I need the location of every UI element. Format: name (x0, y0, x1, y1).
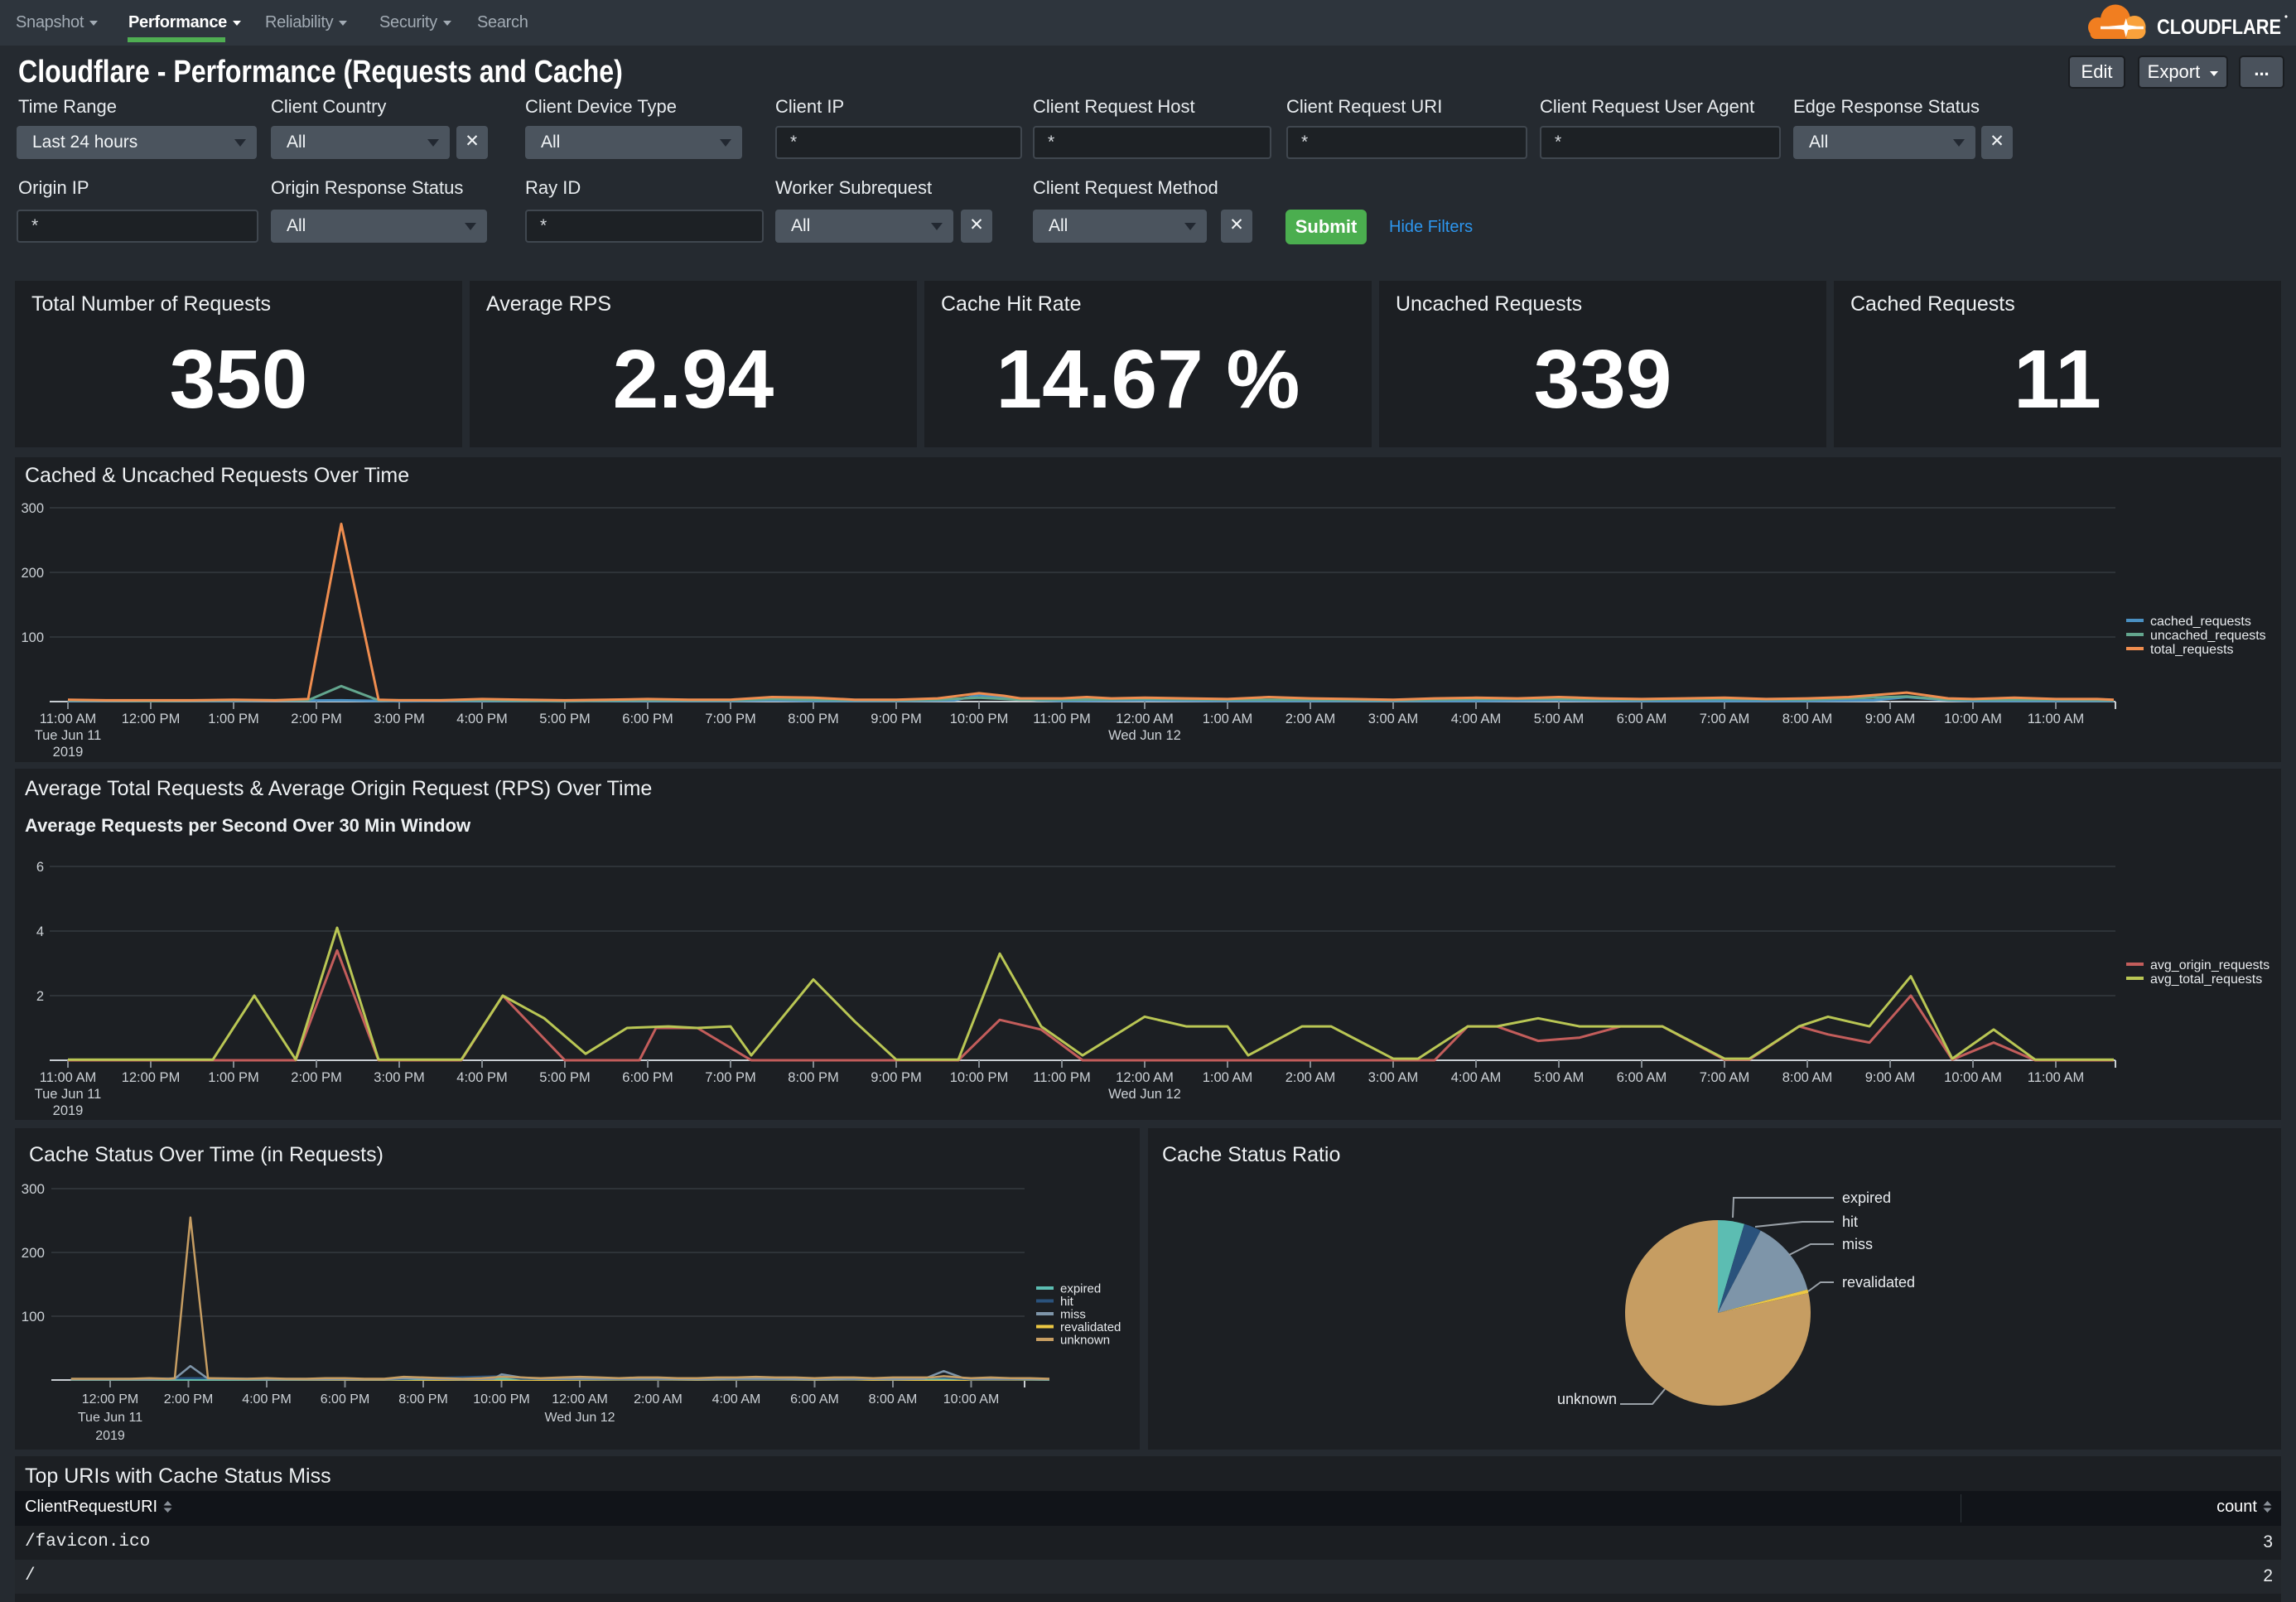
svg-text:6:00 AM: 6:00 AM (1617, 712, 1667, 726)
svg-text:miss: miss (1842, 1236, 1873, 1252)
svg-text:11:00 PM: 11:00 PM (1033, 1070, 1090, 1085)
svg-text:hit: hit (1842, 1214, 1858, 1230)
svg-text:8:00 PM: 8:00 PM (788, 1070, 838, 1085)
svg-text:2:00 PM: 2:00 PM (291, 1070, 341, 1085)
svg-text:12:00 PM: 12:00 PM (122, 1070, 181, 1085)
svg-text:11:00 AM: 11:00 AM (2028, 1070, 2085, 1085)
svg-text:10:00 AM: 10:00 AM (943, 1392, 1000, 1407)
svg-text:9:00 AM: 9:00 AM (1865, 1070, 1916, 1085)
svg-text:Wed Jun 12: Wed Jun 12 (1108, 1087, 1181, 1102)
svg-text:Tue Jun 11: Tue Jun 11 (78, 1411, 142, 1425)
svg-text:2:00 AM: 2:00 AM (1285, 1070, 1336, 1085)
svg-text:10:00 AM: 10:00 AM (1944, 712, 2002, 726)
svg-text:7:00 PM: 7:00 PM (705, 1070, 755, 1085)
svg-text:100: 100 (21, 630, 44, 645)
svg-text:3:00 PM: 3:00 PM (374, 1070, 424, 1085)
svg-text:5:00 PM: 5:00 PM (539, 712, 590, 726)
svg-text:9:00 PM: 9:00 PM (871, 712, 921, 726)
svg-text:8:00 AM: 8:00 AM (1782, 712, 1833, 726)
svg-text:10:00 PM: 10:00 PM (950, 1070, 1009, 1085)
svg-text:11:00 AM: 11:00 AM (2028, 712, 2085, 726)
svg-text:Wed Jun 12: Wed Jun 12 (1108, 728, 1181, 743)
svg-text:12:00 PM: 12:00 PM (82, 1392, 138, 1407)
svg-text:2019: 2019 (53, 745, 84, 760)
svg-text:4:00 AM: 4:00 AM (1451, 712, 1502, 726)
svg-text:3:00 AM: 3:00 AM (1368, 1070, 1419, 1085)
svg-text:2: 2 (36, 989, 44, 1004)
svg-text:7:00 PM: 7:00 PM (705, 712, 755, 726)
svg-text:Wed Jun 12: Wed Jun 12 (544, 1411, 615, 1425)
svg-text:6:00 PM: 6:00 PM (622, 1070, 673, 1085)
svg-text:6: 6 (36, 860, 44, 875)
svg-text:Tue Jun 11: Tue Jun 11 (35, 728, 102, 743)
svg-text:4:00 AM: 4:00 AM (712, 1392, 761, 1407)
svg-text:11:00 AM: 11:00 AM (40, 712, 97, 726)
svg-text:Tue Jun 11: Tue Jun 11 (35, 1087, 102, 1102)
svg-text:2019: 2019 (95, 1429, 125, 1443)
svg-text:8:00 PM: 8:00 PM (788, 712, 838, 726)
svg-text:1:00 PM: 1:00 PM (208, 1070, 258, 1085)
svg-text:9:00 AM: 9:00 AM (1865, 712, 1916, 726)
svg-text:4:00 AM: 4:00 AM (1451, 1070, 1502, 1085)
svg-text:1:00 AM: 1:00 AM (1203, 1070, 1253, 1085)
svg-text:cached_requests: cached_requests (2150, 615, 2251, 629)
svg-text:hit: hit (1060, 1295, 1074, 1309)
svg-text:3:00 AM: 3:00 AM (1368, 712, 1419, 726)
svg-text:5:00 AM: 5:00 AM (1534, 1070, 1585, 1085)
svg-text:100: 100 (22, 1309, 45, 1325)
svg-text:12:00 PM: 12:00 PM (122, 712, 181, 726)
svg-text:revalidated: revalidated (1060, 1320, 1121, 1334)
svg-text:3:00 PM: 3:00 PM (374, 712, 424, 726)
svg-text:CLOUDFLARE: CLOUDFLARE (2157, 16, 2281, 39)
svg-text:6:00 PM: 6:00 PM (622, 712, 673, 726)
svg-text:expired: expired (1842, 1189, 1891, 1206)
svg-text:12:00 AM: 12:00 AM (1116, 712, 1174, 726)
svg-text:2:00 AM: 2:00 AM (1285, 712, 1336, 726)
svg-text:total_requests: total_requests (2150, 643, 2234, 657)
svg-text:12:00 AM: 12:00 AM (1116, 1070, 1174, 1085)
svg-text:miss: miss (1060, 1308, 1086, 1322)
svg-text:6:00 PM: 6:00 PM (321, 1392, 370, 1407)
svg-text:2019: 2019 (53, 1103, 84, 1118)
svg-text:8:00 PM: 8:00 PM (398, 1392, 448, 1407)
svg-text:8:00 AM: 8:00 AM (869, 1392, 918, 1407)
svg-text:1:00 PM: 1:00 PM (208, 712, 258, 726)
svg-text:200: 200 (22, 1245, 45, 1261)
svg-text:avg_total_requests: avg_total_requests (2150, 972, 2262, 987)
svg-text:4:00 PM: 4:00 PM (242, 1392, 292, 1407)
svg-text:6:00 AM: 6:00 AM (790, 1392, 839, 1407)
svg-text:avg_origin_requests: avg_origin_requests (2150, 958, 2269, 972)
svg-text:revalidated: revalidated (1842, 1274, 1915, 1291)
svg-text:5:00 PM: 5:00 PM (539, 1070, 590, 1085)
svg-text:7:00 AM: 7:00 AM (1700, 712, 1750, 726)
svg-text:300: 300 (22, 1181, 45, 1197)
svg-text:2:00 PM: 2:00 PM (291, 712, 341, 726)
svg-text:6:00 AM: 6:00 AM (1617, 1070, 1667, 1085)
svg-text:11:00 PM: 11:00 PM (1033, 712, 1090, 726)
svg-text:4:00 PM: 4:00 PM (456, 712, 507, 726)
svg-text:4: 4 (36, 924, 44, 939)
svg-text:4:00 PM: 4:00 PM (456, 1070, 507, 1085)
svg-text:expired: expired (1060, 1282, 1101, 1296)
svg-text:1:00 AM: 1:00 AM (1203, 712, 1253, 726)
svg-text:2:00 AM: 2:00 AM (634, 1392, 683, 1407)
svg-text:11:00 AM: 11:00 AM (40, 1070, 97, 1085)
svg-text:5:00 AM: 5:00 AM (1534, 712, 1585, 726)
svg-text:unknown: unknown (1060, 1334, 1110, 1348)
svg-text:10:00 AM: 10:00 AM (1944, 1070, 2002, 1085)
svg-text:12:00 AM: 12:00 AM (552, 1392, 608, 1407)
svg-text:9:00 PM: 9:00 PM (871, 1070, 921, 1085)
svg-text:2:00 PM: 2:00 PM (164, 1392, 214, 1407)
svg-text:200: 200 (21, 566, 44, 581)
svg-text:unknown: unknown (1557, 1391, 1617, 1407)
svg-text:8:00 AM: 8:00 AM (1782, 1070, 1833, 1085)
svg-text:10:00 PM: 10:00 PM (473, 1392, 529, 1407)
svg-text:300: 300 (21, 501, 44, 516)
svg-text:7:00 AM: 7:00 AM (1700, 1070, 1750, 1085)
svg-text:10:00 PM: 10:00 PM (950, 712, 1009, 726)
svg-text:uncached_requests: uncached_requests (2150, 629, 2266, 643)
